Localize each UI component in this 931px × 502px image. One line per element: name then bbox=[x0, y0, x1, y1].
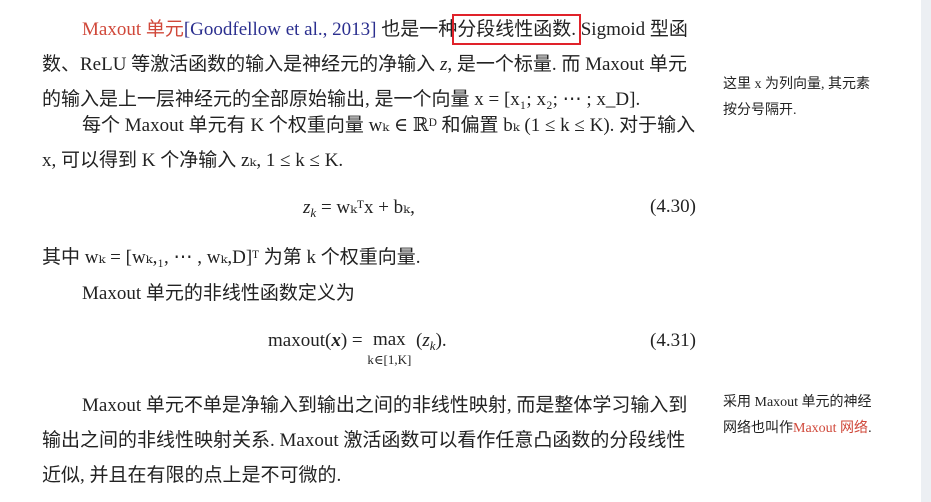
term-maxout-unit: Maxout 单元 bbox=[82, 19, 184, 40]
text: 也是一种 bbox=[376, 19, 458, 40]
page-edge bbox=[921, 0, 931, 502]
equation-number: (4.31) bbox=[650, 330, 696, 351]
equation-number: (4.30) bbox=[650, 196, 696, 217]
citation-link[interactable]: [Goodfellow et al., 2013] bbox=[184, 19, 377, 40]
margin-note-2: 采用 Maxout 单元的神经网络也叫作Maxout 网络. bbox=[723, 395, 872, 436]
paragraph-3: 其中 wₖ = [wₖ,₁, ⋯ , wₖ,D]ᵀ 为第 k 个权重向量. bbox=[42, 247, 421, 268]
term-maxout-network: Maxout 网络 bbox=[793, 421, 869, 436]
paragraph-4: Maxout 单元的非线性函数定义为 bbox=[82, 283, 355, 304]
equation-4-30: zk = wₖᵀx + bₖ, bbox=[303, 197, 415, 220]
math-vector-x: x = [x₁; x₂; ⋯ ; x_D]. bbox=[474, 89, 641, 110]
paragraph-1: Maxout 单元[Goodfellow et al., 2013] 也是一种分… bbox=[42, 12, 702, 117]
highlighted-phrase: 分段线性函数. bbox=[452, 14, 581, 45]
equation-4-31: maxout(x) = max k∈[1,K] (zk). bbox=[268, 330, 447, 370]
eq-lhs: maxout( bbox=[268, 330, 332, 351]
eq-rhs: = wₖᵀx + bₖ, bbox=[320, 197, 415, 218]
paragraph-2: 每个 Maxout 单元有 K 个权重向量 wₖ ∈ ℝᴰ 和偏置 bₖ (1 … bbox=[42, 115, 696, 171]
margin-note-1: 这里 x 为列向量, 其元素按分号隔开. bbox=[723, 77, 870, 118]
max-operator: max k∈[1,K] bbox=[367, 329, 412, 368]
paragraph-5: Maxout 单元不单是净输入到输出之间的非线性映射, 而是整体学习输入到输出之… bbox=[42, 395, 688, 486]
